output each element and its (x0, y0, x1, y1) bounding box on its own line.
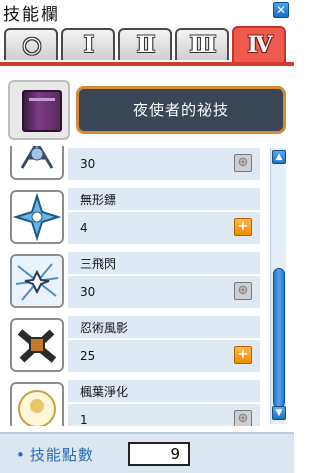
skill-window: 技能欄 ✕ ○ Ⅰ Ⅱ Ⅲ Ⅳ 夜使者的祕技 30 ⊕ 無形鏢 4 + 三飛閃 … (0, 0, 294, 473)
tab-label: Ⅰ (83, 32, 94, 58)
skill-row[interactable]: 三飛閃 30 ⊕ (6, 250, 264, 310)
skill-list[interactable]: 30 ⊕ 無形鏢 4 + 三飛閃 30 ⊕ 忍術風影 25 + 楓葉淨化 1 ⊕ (6, 146, 268, 426)
scroll-down-icon[interactable]: ▼ (272, 406, 286, 420)
skill-book-title: 夜使者的祕技 (76, 86, 286, 134)
job-tabs: ○ Ⅰ Ⅱ Ⅲ Ⅳ (0, 26, 294, 64)
skill-info: 30 ⊕ (68, 146, 260, 180)
ninja-ambush-skill-icon[interactable] (10, 318, 64, 372)
level-up-button: ⊕ (234, 282, 252, 300)
skill-info: 忍術風影 25 + (68, 316, 260, 372)
divider (68, 402, 260, 404)
skill-book-banner: 夜使者的祕技 (8, 80, 286, 140)
tab-label: ○ (22, 32, 41, 58)
skill-name: 無形鏢 (80, 193, 117, 207)
level-up-button[interactable]: + (234, 218, 252, 236)
skill-info: 楓葉淨化 1 ⊕ (68, 380, 260, 426)
skill-points-value: 9 (128, 442, 190, 466)
triple-throw-skill-icon[interactable] (10, 254, 64, 308)
scroll-up-icon[interactable]: ▲ (272, 150, 286, 164)
skill-level: 25 (80, 349, 96, 363)
level-up-button: ⊕ (234, 410, 252, 426)
close-icon[interactable]: ✕ (273, 2, 289, 18)
title-bar[interactable]: 技能欄 ✕ (0, 0, 294, 25)
skill-level: 30 (80, 157, 96, 171)
book-frame (8, 80, 70, 140)
maple-purify-skill-icon[interactable] (10, 382, 64, 426)
tab-third-job[interactable]: Ⅲ (175, 28, 229, 60)
skill-level: 4 (80, 221, 88, 235)
tab-second-job[interactable]: Ⅱ (118, 28, 172, 60)
skill-points-footer: • 技能點數 9 (0, 432, 294, 473)
skill-row[interactable]: 忍術風影 25 + (6, 314, 264, 374)
level-up-button[interactable]: + (234, 346, 252, 364)
scroll-thumb[interactable] (273, 268, 285, 408)
skill-points-label: • 技能點數 (16, 444, 94, 465)
tab-first-job[interactable]: Ⅰ (61, 28, 115, 60)
tab-label: Ⅳ (247, 32, 273, 58)
divider (68, 338, 260, 340)
skill-book-icon (22, 90, 62, 132)
skill-name: 忍術風影 (80, 321, 129, 335)
skill-name: 楓葉淨化 (80, 385, 129, 399)
divider (68, 146, 260, 148)
skill-row[interactable]: 楓葉淨化 1 ⊕ (6, 378, 264, 426)
tab-fourth-job[interactable]: Ⅳ (232, 26, 286, 62)
skill-level: 1 (80, 413, 88, 426)
skill-list-scrollbar[interactable]: ▲ ▼ (270, 148, 286, 424)
tab-beginner[interactable]: ○ (4, 28, 58, 60)
skill-row[interactable]: 無形鏢 4 + (6, 186, 264, 246)
skill-points-text: 技能點數 (29, 446, 94, 464)
skill-name: 三飛閃 (80, 257, 117, 271)
shuriken-skill-icon[interactable] (10, 190, 64, 244)
window-title: 技能欄 (3, 5, 60, 25)
tab-label: Ⅲ (189, 32, 217, 58)
bullet-icon: • (16, 446, 26, 464)
tab-divider (0, 62, 294, 66)
divider (68, 274, 260, 276)
skill-info: 三飛閃 30 ⊕ (68, 252, 260, 308)
skill-row[interactable]: 30 ⊕ (6, 146, 264, 182)
skill-level: 30 (80, 285, 96, 299)
level-up-button: ⊕ (234, 154, 252, 172)
skill-info: 無形鏢 4 + (68, 188, 260, 244)
tab-label: Ⅱ (136, 32, 155, 58)
divider (68, 210, 260, 212)
partial-skill-icon[interactable] (10, 146, 64, 180)
